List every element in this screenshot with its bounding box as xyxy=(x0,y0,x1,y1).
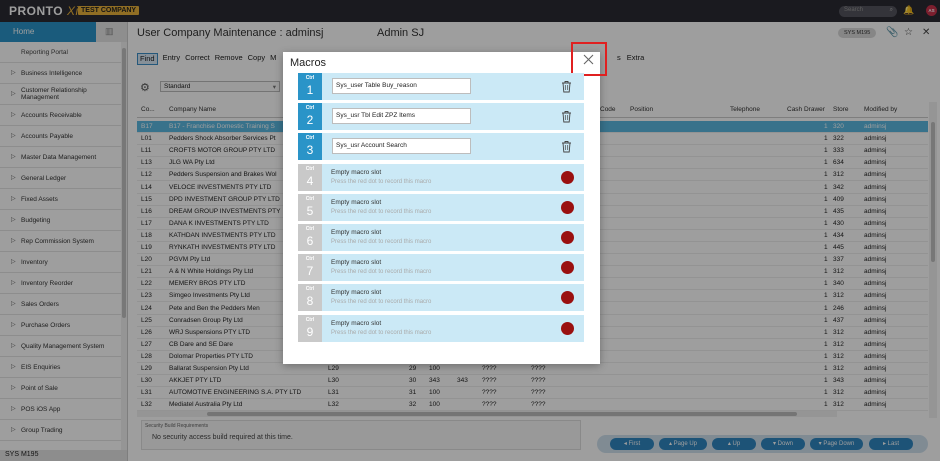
ctrl-label: Ctrl xyxy=(305,135,315,142)
macro-empty-hint: Press the red dot to record this macro xyxy=(331,178,432,185)
ctrl-key-badge: Ctrl 9 xyxy=(298,314,322,342)
ctrl-key-badge: Ctrl 4 xyxy=(298,163,322,191)
ctrl-key-badge: Ctrl 1 xyxy=(298,73,322,100)
ctrl-number: 9 xyxy=(306,324,314,339)
ctrl-key-badge: Ctrl 2 xyxy=(298,103,322,131)
macro-empty-label: Empty macro slot xyxy=(331,289,382,297)
ctrl-number: 2 xyxy=(306,113,314,128)
macro-slot: Ctrl 7 Empty macro slot Press the red dot t… xyxy=(298,254,584,282)
macro-name-field[interactable]: Sys_usr Account Search xyxy=(332,138,471,155)
macro-slot: Ctrl 9 Empty macro slot Press the red dot t… xyxy=(298,314,584,342)
macro-empty-hint: Press the red dot to record this macro xyxy=(331,299,432,306)
macro-name-field[interactable]: Sys_usr Tbl Edit ZPZ Items xyxy=(332,108,471,125)
macro-empty-label: Empty macro slot xyxy=(331,229,382,236)
macro-slot: Ctrl 3 Sys_usr Account Search xyxy=(298,133,584,161)
ctrl-number: 7 xyxy=(306,264,314,279)
ctrl-number: 6 xyxy=(306,234,314,248)
macro-slot: Ctrl 4 Empty macro slot Press the red dot t… xyxy=(298,163,584,191)
macro-slot: Ctrl 5 Empty macro slot Press the red dot t… xyxy=(298,193,584,221)
record-dot-icon[interactable] xyxy=(561,231,574,244)
macro-name-field[interactable]: Sys_user Table Buy_reason xyxy=(332,78,471,94)
record-dot-icon[interactable] xyxy=(561,200,574,214)
ctrl-key-badge: Ctrl 3 xyxy=(298,133,322,161)
ctrl-label: Ctrl xyxy=(305,165,315,172)
ctrl-label: Ctrl xyxy=(305,105,315,112)
ctrl-number: 4 xyxy=(306,173,314,188)
record-dot-icon[interactable] xyxy=(561,261,574,275)
ctrl-label: Ctrl xyxy=(305,316,315,323)
ctrl-label: Ctrl xyxy=(305,195,315,202)
macro-slot: Ctrl 6 Empty macro slot Press the red dot t… xyxy=(298,224,584,251)
ctrl-label: Ctrl xyxy=(305,256,315,263)
macro-empty-hint: Press the red dot to record this macro xyxy=(331,239,432,245)
macro-empty-hint: Press the red dot to record this macro xyxy=(331,329,432,336)
macro-empty-hint: Press the red dot to record this macro xyxy=(331,208,432,215)
ctrl-label: Ctrl xyxy=(305,226,315,232)
ctrl-label: Ctrl xyxy=(305,286,315,293)
trash-icon[interactable] xyxy=(561,140,572,153)
ctrl-number: 5 xyxy=(306,203,314,218)
macro-slot: Ctrl 8 Empty macro slot Press the red dot t… xyxy=(298,284,584,312)
ctrl-key-badge: Ctrl 7 xyxy=(298,254,322,282)
ctrl-key-badge: Ctrl 6 xyxy=(298,224,322,251)
trash-icon[interactable] xyxy=(561,110,572,123)
macro-slot: Ctrl 1 Sys_user Table Buy_reason xyxy=(298,73,584,100)
dialog-title: Macros xyxy=(290,57,327,69)
close-highlight-annotation xyxy=(571,42,607,76)
record-dot-icon[interactable] xyxy=(561,170,574,184)
macro-empty-label: Empty macro slot xyxy=(331,319,382,327)
ctrl-number: 1 xyxy=(306,83,314,97)
ctrl-number: 8 xyxy=(306,294,314,309)
ctrl-key-badge: Ctrl 8 xyxy=(298,284,322,312)
record-dot-icon[interactable] xyxy=(561,321,574,335)
macro-empty-hint: Press the red dot to record this macro xyxy=(331,269,432,276)
trash-icon[interactable] xyxy=(561,80,572,93)
macro-slot: Ctrl 2 Sys_usr Tbl Edit ZPZ Items xyxy=(298,103,584,131)
ctrl-key-badge: Ctrl 5 xyxy=(298,193,322,221)
macro-empty-label: Empty macro slot xyxy=(331,168,382,176)
macro-empty-label: Empty macro slot xyxy=(331,259,382,267)
macro-empty-label: Empty macro slot xyxy=(331,198,382,206)
ctrl-number: 3 xyxy=(306,143,314,158)
ctrl-label: Ctrl xyxy=(305,75,315,81)
record-dot-icon[interactable] xyxy=(561,291,574,305)
